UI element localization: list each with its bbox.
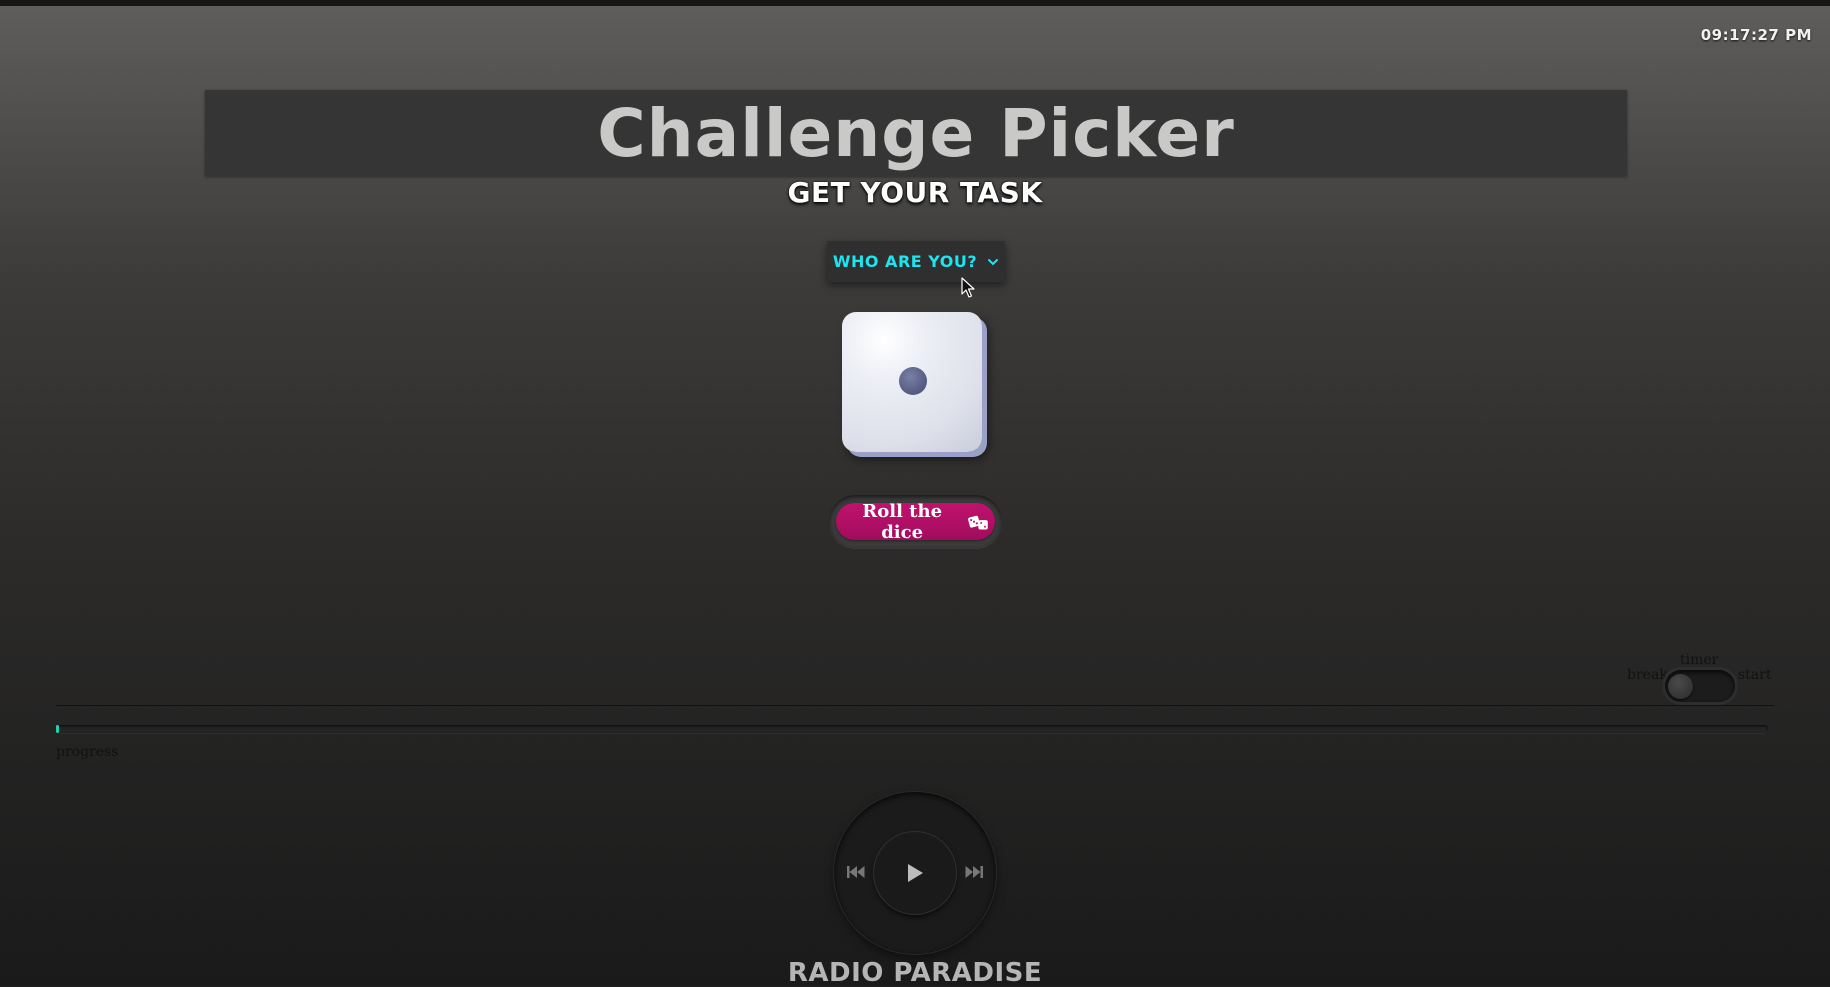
- chevron-down-icon: [988, 258, 999, 265]
- player-select-dropdown[interactable]: WHO ARE YOU?: [827, 241, 1005, 282]
- play-icon: [908, 864, 923, 882]
- timer-start-label: start: [1738, 667, 1772, 683]
- mouse-cursor-icon: [961, 277, 975, 298]
- progress-label: progress: [56, 744, 119, 760]
- roll-dice-label: Roll the dice: [862, 500, 943, 543]
- roll-dice-button[interactable]: Roll the dice: [836, 500, 995, 543]
- dice-icon: [968, 515, 989, 530]
- top-strip: [0, 0, 1830, 6]
- title-banner: Challenge Picker: [205, 90, 1627, 176]
- next-track-button[interactable]: [964, 862, 984, 882]
- section-divider: [56, 705, 1774, 706]
- player-select-label: WHO ARE YOU?: [832, 252, 978, 271]
- radio-player: [834, 792, 996, 954]
- next-icon: [965, 866, 983, 878]
- timer-caption: timer: [1680, 652, 1719, 668]
- progress-bar-fill: [56, 725, 59, 733]
- progress-bar: [56, 725, 1768, 733]
- radio-station-title: RADIO PARADISE: [787, 958, 1043, 987]
- play-button[interactable]: [874, 832, 956, 914]
- page-subtitle: GET YOUR TASK: [787, 176, 1043, 209]
- dice-pip: [899, 367, 927, 395]
- previous-icon: [847, 866, 865, 878]
- clock-display: 09:17:27 PM: [1700, 26, 1812, 44]
- timer-toggle-knob: [1668, 674, 1693, 699]
- page-title: Challenge Picker: [597, 94, 1235, 172]
- previous-track-button[interactable]: [846, 862, 866, 882]
- timer-toggle[interactable]: [1665, 670, 1735, 702]
- roll-button-frame: Roll the dice: [829, 495, 1002, 548]
- timer-break-label: break: [1627, 667, 1668, 683]
- dice-face: [842, 312, 982, 452]
